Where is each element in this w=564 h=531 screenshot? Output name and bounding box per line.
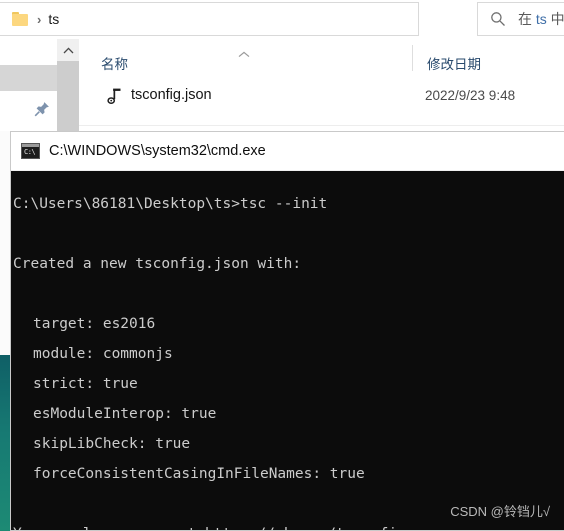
navigation-scrollbar[interactable]: [57, 39, 80, 131]
folder-icon: [12, 12, 28, 26]
csdn-watermark: CSDN @铃铛儿√: [450, 504, 550, 519]
column-header-row: 名称 修改日期: [79, 39, 564, 77]
cmd-icon-glyph: C:\: [24, 148, 36, 156]
terminal-line: target: es2016: [33, 316, 156, 332]
cmd-terminal-window: C:\ C:\WINDOWS\system32\cmd.exe C:\Users…: [10, 131, 564, 531]
background-window-strip: [0, 131, 10, 355]
navigation-pane: [0, 39, 57, 131]
screen: › ts 在 ts 中 名称 修改日期 tsconfig.json 2022/9…: [0, 0, 564, 531]
terminal-output-area[interactable]: C:\Users\86181\Desktop\ts>tsc --init Crea…: [11, 171, 564, 530]
file-list-bottom-divider: [79, 125, 564, 126]
file-date-label: 2022/9/23 9:48: [425, 88, 516, 103]
terminal-title-label: C:\WINDOWS\system32\cmd.exe: [49, 143, 266, 159]
scrollbar-thumb[interactable]: [57, 61, 79, 131]
sort-ascending-icon: [237, 45, 251, 63]
terminal-line: Created a new tsconfig.json with:: [13, 256, 302, 272]
search-icon: [490, 11, 506, 27]
search-placeholder-suffix: 中: [546, 11, 564, 27]
json-file-icon: [104, 86, 124, 106]
file-name-label: tsconfig.json: [131, 87, 212, 103]
terminal-title-bar[interactable]: C:\ C:\WINDOWS\system32\cmd.exe: [11, 132, 564, 171]
breadcrumb-path-label: ts: [48, 11, 60, 27]
address-bar[interactable]: › ts: [0, 2, 419, 36]
nav-selected-item[interactable]: [0, 65, 57, 91]
address-bar-row: › ts 在 ts 中: [0, 0, 564, 40]
file-list: 名称 修改日期 tsconfig.json 2022/9/23 9:48: [79, 39, 564, 131]
cmd-icon: C:\: [21, 143, 40, 159]
search-box[interactable]: 在 ts 中: [477, 2, 564, 36]
table-row[interactable]: tsconfig.json 2022/9/23 9:48: [79, 79, 564, 113]
breadcrumb-separator-icon: ›: [37, 11, 42, 27]
terminal-line: skipLibCheck: true: [33, 436, 191, 452]
terminal-line: strict: true: [33, 376, 138, 392]
terminal-line: esModuleInterop: true: [33, 406, 217, 422]
terminal-line: You can learn more at https://aka.ms/tsc…: [11, 519, 564, 530]
terminal-line: C:\Users\86181\Desktop\ts>tsc --init: [13, 196, 328, 212]
terminal-line: forceConsistentCasingInFileNames: true: [33, 466, 365, 482]
pin-icon[interactable]: [33, 100, 51, 118]
search-placeholder-target: ts: [535, 11, 547, 27]
chevron-up-icon: [63, 46, 73, 53]
taskbar-strip: [0, 355, 10, 531]
search-placeholder-prefix: 在: [518, 11, 536, 27]
column-header-name[interactable]: 名称: [101, 53, 128, 73]
terminal-line: module: commonjs: [33, 346, 173, 362]
column-header-date-modified[interactable]: 修改日期: [427, 53, 481, 73]
column-divider: [412, 45, 413, 71]
search-placeholder: 在 ts 中: [518, 9, 564, 29]
scrollbar-up-button[interactable]: [57, 39, 79, 61]
terminal-lines: C:\Users\86181\Desktop\ts>tsc --init Crea…: [11, 189, 564, 530]
